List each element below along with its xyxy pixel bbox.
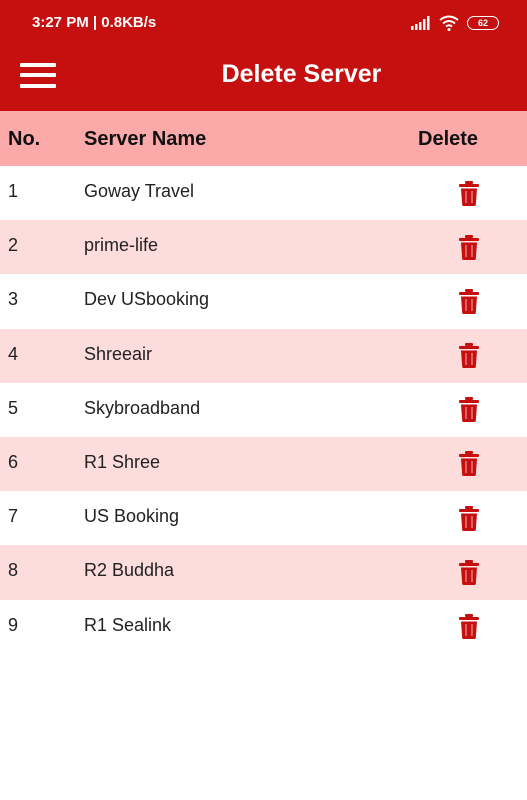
row-number: 1 (8, 181, 19, 201)
table-row: 9 R1 Sealink (0, 599, 527, 654)
header-no: No. (8, 128, 41, 150)
row-number: 7 (8, 506, 19, 527)
row-number: 5 (8, 397, 19, 418)
header-server-name: Server Name (84, 128, 207, 150)
trash-icon[interactable] (456, 180, 482, 206)
server-name: US Booking (84, 506, 180, 527)
table-row: 8 R2 Buddha (0, 545, 527, 600)
status-time: 3:27 PM | 0.8KB/s (32, 14, 157, 31)
row-number: 8 (8, 560, 19, 581)
trash-icon[interactable] (456, 397, 482, 423)
table-row: 1 Goway Travel (0, 166, 527, 221)
table-row: 6 R1 Shree (0, 436, 527, 492)
trash-icon[interactable] (456, 614, 482, 640)
trash-icon[interactable] (456, 451, 482, 477)
row-number: 4 (8, 343, 19, 364)
server-name: Shreeair (84, 343, 153, 364)
server-name: prime-life (84, 235, 159, 256)
status-icons: 62 (411, 14, 499, 32)
wifi-icon (439, 15, 459, 31)
signal-icon (411, 16, 430, 30)
trash-icon[interactable] (456, 343, 482, 369)
row-number: 6 (8, 451, 19, 472)
row-number: 2 (8, 235, 19, 256)
table-row: 7 US Booking (0, 491, 527, 546)
server-name: Goway Travel (84, 181, 195, 201)
row-number: 3 (8, 289, 19, 310)
table-row: 5 Skybroadband (0, 382, 527, 437)
trash-icon[interactable] (456, 234, 482, 260)
table-row: 2 prime-life (0, 220, 527, 275)
server-name: Skybroadband (84, 397, 201, 418)
server-name: Dev USbooking (84, 289, 210, 310)
status-bar: 3:27 PM | 0.8KB/s 62 (0, 0, 527, 46)
battery-level: 62 (477, 17, 488, 28)
server-name: R2 Buddha (84, 560, 175, 581)
table-row: 3 Dev USbooking (0, 274, 527, 329)
server-name: R1 Sealink (84, 614, 172, 635)
battery-icon: 62 (467, 16, 499, 30)
app-bar: Delete Server (0, 46, 527, 111)
trash-icon[interactable] (456, 559, 482, 585)
row-number: 9 (8, 614, 19, 635)
table-header: No. Server Name Delete (0, 111, 527, 166)
table-row: 4 Shreeair (0, 328, 527, 383)
server-list: 1 Goway Travel 2 prime-life 3 Dev USbook… (0, 166, 527, 654)
trash-icon[interactable] (456, 288, 482, 314)
page-title: Delete Server (221, 60, 382, 88)
server-name: R1 Shree (84, 451, 161, 472)
trash-icon[interactable] (456, 505, 482, 531)
header-delete: Delete (418, 128, 479, 150)
